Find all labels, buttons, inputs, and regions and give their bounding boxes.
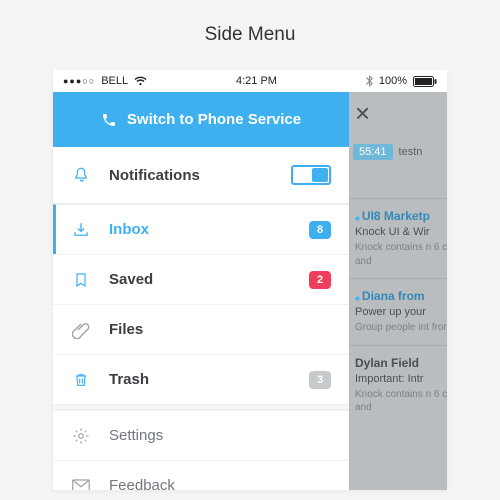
menu-item-feedback[interactable]: Feedback (53, 460, 349, 490)
page-title: Side Menu (0, 0, 500, 70)
menu-item-files[interactable]: Files (53, 304, 349, 354)
wifi-icon (134, 76, 147, 86)
carrier-label: BELL (101, 75, 128, 87)
device-frame: ●●●○○ BELL 4:21 PM 100% Switch to Phone (53, 70, 447, 490)
bluetooth-icon (366, 75, 373, 87)
signal-dots-icon: ●●●○○ (63, 76, 95, 86)
phone-icon (101, 112, 117, 128)
battery-icon (413, 76, 437, 87)
menu-label: Notifications (109, 167, 273, 184)
trash-badge: 3 (309, 371, 331, 389)
bookmark-icon (71, 271, 91, 289)
paperclip-icon (71, 321, 91, 339)
notifications-toggle[interactable] (291, 165, 331, 185)
battery-pct: 100% (379, 75, 407, 87)
mail-icon (71, 479, 91, 491)
bell-icon (71, 165, 91, 185)
menu-list: Notifications Inbox 8 Saved 2 (53, 147, 349, 490)
saved-badge: 2 (309, 271, 331, 289)
trash-icon (71, 371, 91, 389)
gear-icon (71, 427, 91, 445)
menu-label: Files (109, 321, 331, 338)
switch-phone-service-button[interactable]: Switch to Phone Service (53, 92, 349, 147)
content-underlay: × 55:41 testn •UI8 Marketp Knock UI & Wi… (349, 92, 447, 490)
menu-item-inbox[interactable]: Inbox 8 (53, 204, 349, 254)
inbox-icon (71, 221, 91, 239)
menu-item-notifications[interactable]: Notifications (53, 147, 349, 203)
menu-label: Saved (109, 271, 291, 288)
menu-label: Inbox (109, 221, 291, 238)
menu-item-trash[interactable]: Trash 3 (53, 354, 349, 404)
side-menu: Switch to Phone Service Notifications In… (53, 92, 349, 490)
status-bar: ●●●○○ BELL 4:21 PM 100% (53, 70, 447, 92)
inbox-badge: 8 (309, 221, 331, 239)
menu-item-saved[interactable]: Saved 2 (53, 254, 349, 304)
menu-label: Settings (109, 427, 331, 444)
clock: 4:21 PM (236, 75, 277, 87)
menu-label: Trash (109, 371, 291, 388)
menu-label: Feedback (109, 477, 331, 490)
menu-item-settings[interactable]: Settings (53, 410, 349, 460)
switch-label: Switch to Phone Service (127, 111, 301, 128)
